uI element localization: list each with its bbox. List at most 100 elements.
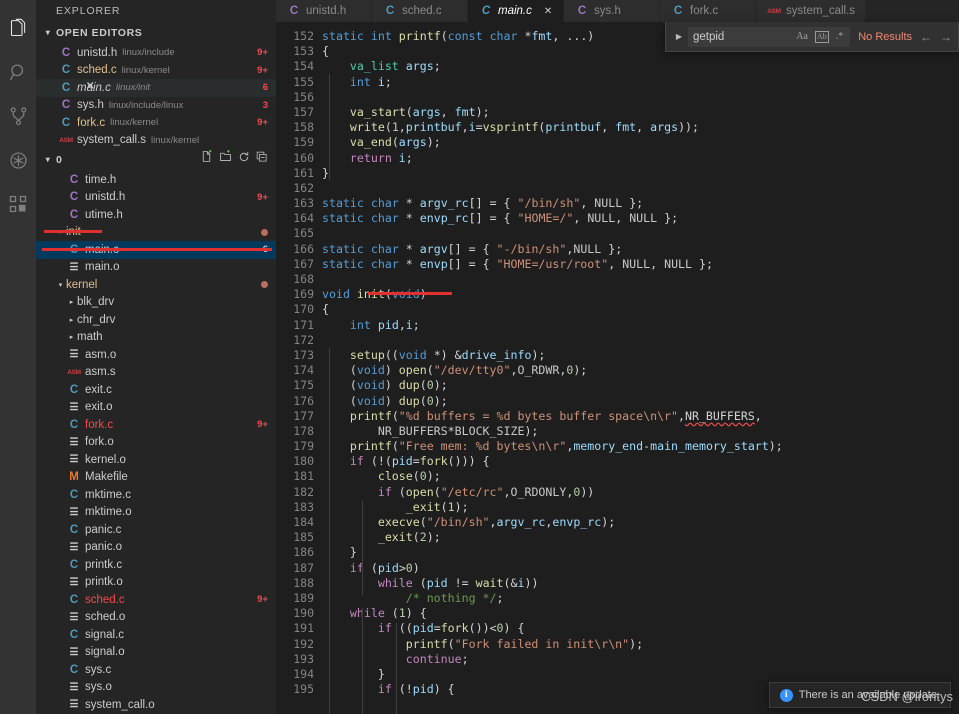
open-editors-header[interactable]: ▾ OPEN EDITORS bbox=[36, 22, 276, 44]
refresh-icon[interactable] bbox=[238, 149, 250, 171]
tree-folder[interactable]: ▸ chr_drv bbox=[36, 311, 276, 329]
code-token: NULL bbox=[573, 241, 602, 256]
editor-tab[interactable]: Cfork.c bbox=[660, 0, 756, 22]
activity-item-run-debug[interactable] bbox=[0, 138, 36, 182]
tree-file[interactable]: ☰ asm.o bbox=[36, 346, 276, 364]
folder-section-header[interactable]: ▾ 0 bbox=[36, 149, 276, 171]
tree-file[interactable]: Csched.c 9+ bbox=[36, 591, 276, 609]
find-expand-icon[interactable]: ▶ bbox=[672, 32, 686, 41]
chevron-right-icon[interactable]: ▸ bbox=[66, 298, 77, 306]
editor-tab[interactable]: Cmain.c ✕ bbox=[468, 0, 564, 22]
tree-file[interactable]: Csignal.c bbox=[36, 626, 276, 644]
search-input[interactable]: getpid Aa Ab .* bbox=[688, 26, 851, 47]
code-token: * bbox=[447, 423, 455, 438]
find-previous-icon[interactable]: ← bbox=[920, 30, 932, 44]
editor-tab[interactable]: ASM system_call.s bbox=[756, 0, 867, 22]
code-token: dup bbox=[398, 393, 420, 408]
tree-file[interactable]: ☰ exit.o bbox=[36, 399, 276, 417]
code-token: ( bbox=[419, 378, 427, 393]
tree-file[interactable]: ☰ system_call.o bbox=[36, 696, 276, 714]
code-line: int i; bbox=[322, 75, 959, 90]
match-case-icon[interactable]: Aa bbox=[796, 31, 808, 42]
editor-tab[interactable]: Csys.h bbox=[564, 0, 660, 22]
regex-icon[interactable]: .* bbox=[836, 31, 844, 42]
find-widget[interactable]: ▶ getpid Aa Ab .* No Results ← → bbox=[665, 22, 959, 52]
tree-file[interactable]: ☰ fork.o bbox=[36, 434, 276, 452]
collapse-all-icon[interactable] bbox=[256, 149, 268, 171]
code-line: } bbox=[322, 166, 959, 181]
editor-tab[interactable]: Cunistd.h bbox=[276, 0, 372, 22]
code-token: void bbox=[356, 378, 385, 393]
tree-file[interactable]: ☰ printk.o bbox=[36, 574, 276, 592]
code-token: ); bbox=[426, 469, 441, 484]
tree-file[interactable]: ☰ sys.o bbox=[36, 679, 276, 697]
open-editor-item[interactable]: ASM system_call.s linux/kernel bbox=[36, 132, 276, 150]
code-token: ) { bbox=[433, 682, 455, 697]
tree-file[interactable]: Cfork.c 9+ bbox=[36, 416, 276, 434]
whole-word-icon[interactable]: Ab bbox=[814, 30, 829, 43]
code-token: } bbox=[322, 666, 385, 681]
new-file-icon[interactable] bbox=[200, 149, 213, 171]
activity-item-extensions[interactable] bbox=[0, 182, 36, 226]
code-token: , bbox=[461, 120, 469, 135]
tree-file[interactable]: Cexit.c bbox=[36, 381, 276, 399]
open-editor-item[interactable]: Csched.c linux/kernel 9+ bbox=[36, 62, 276, 80]
line-number: 192 bbox=[293, 636, 314, 651]
code-line: if (!(pid=fork())) { bbox=[322, 454, 959, 469]
activity-item-source-control[interactable] bbox=[0, 94, 36, 138]
activity-item-search[interactable] bbox=[0, 50, 36, 94]
code-token: ( bbox=[322, 378, 357, 393]
tree-file[interactable]: Cmktime.c bbox=[36, 486, 276, 504]
code-token: "/bin/sh" bbox=[517, 196, 581, 211]
tree-file[interactable]: Cprintk.c bbox=[36, 556, 276, 574]
activity-item-explorer[interactable] bbox=[0, 6, 36, 50]
code-token: static bbox=[322, 211, 371, 226]
tree-folder[interactable]: ▸ blk_drv bbox=[36, 294, 276, 312]
tree-folder[interactable]: ▾ kernel bbox=[36, 276, 276, 294]
update-notification[interactable]: i There is an available update. bbox=[768, 682, 951, 708]
open-editor-name: sys.h bbox=[77, 99, 104, 112]
line-number: 164 bbox=[293, 211, 314, 226]
code-editor[interactable]: 152 153 154 155 156 157 158 159 160 161 162 163 164 1… bbox=[276, 22, 959, 714]
close-icon[interactable]: ✕ bbox=[86, 81, 94, 92]
code-content[interactable]: static int printf(const char *fmt, ...){… bbox=[322, 22, 959, 714]
tree-file[interactable]: ☰ kernel.o bbox=[36, 451, 276, 469]
code-line: while (pid != wait(&i)) bbox=[322, 576, 959, 591]
tree-file[interactable]: M Makefile bbox=[36, 469, 276, 487]
new-folder-icon[interactable] bbox=[219, 149, 232, 171]
code-token: , bbox=[398, 120, 406, 135]
code-token: , bbox=[608, 256, 623, 271]
tree-file[interactable]: Cutime.h bbox=[36, 206, 276, 224]
tree-file[interactable]: Csys.c bbox=[36, 661, 276, 679]
code-line: } bbox=[322, 667, 959, 682]
code-token: "Free mem: %d bytes\n\r" bbox=[398, 439, 567, 454]
code-token: pid bbox=[426, 575, 448, 590]
code-line: va_start(args, fmt); bbox=[322, 105, 959, 120]
indent-guide bbox=[329, 74, 330, 180]
tree-file[interactable]: ☰ mktime.o bbox=[36, 504, 276, 522]
chevron-down-icon[interactable]: ▾ bbox=[55, 281, 66, 289]
editor-tab[interactable]: Csched.c bbox=[372, 0, 468, 22]
open-editor-item[interactable]: Csys.h linux/include/linux 3 bbox=[36, 97, 276, 115]
open-editor-item[interactable]: Cunistd.h linux/include 9+ bbox=[36, 44, 276, 62]
tree-file[interactable]: Ctime.h bbox=[36, 171, 276, 189]
chevron-right-icon[interactable]: ▸ bbox=[66, 333, 77, 341]
code-token: ( bbox=[433, 484, 441, 499]
tree-file[interactable]: ☰ main.o bbox=[36, 259, 276, 277]
open-editor-item[interactable]: Cfork.c linux/kernel 9+ bbox=[36, 114, 276, 132]
tree-folder[interactable]: ▸ math bbox=[36, 329, 276, 347]
tree-file[interactable]: Cpanic.c bbox=[36, 521, 276, 539]
open-editor-item[interactable]: ✕ Cmain.c linux/init 6 bbox=[36, 79, 276, 97]
tab-close-icon[interactable]: ✕ bbox=[544, 6, 552, 17]
tree-file[interactable]: ASM asm.s bbox=[36, 364, 276, 382]
tree-file[interactable]: Cunistd.h 9+ bbox=[36, 189, 276, 207]
tree-file[interactable]: ☰ sched.o bbox=[36, 609, 276, 627]
tree-file[interactable]: ☰ signal.o bbox=[36, 644, 276, 662]
tree-file[interactable]: ☰ panic.o bbox=[36, 539, 276, 557]
chevron-right-icon[interactable]: ▸ bbox=[66, 316, 77, 324]
code-token: 1 bbox=[447, 499, 455, 514]
find-next-icon[interactable]: → bbox=[940, 30, 952, 44]
